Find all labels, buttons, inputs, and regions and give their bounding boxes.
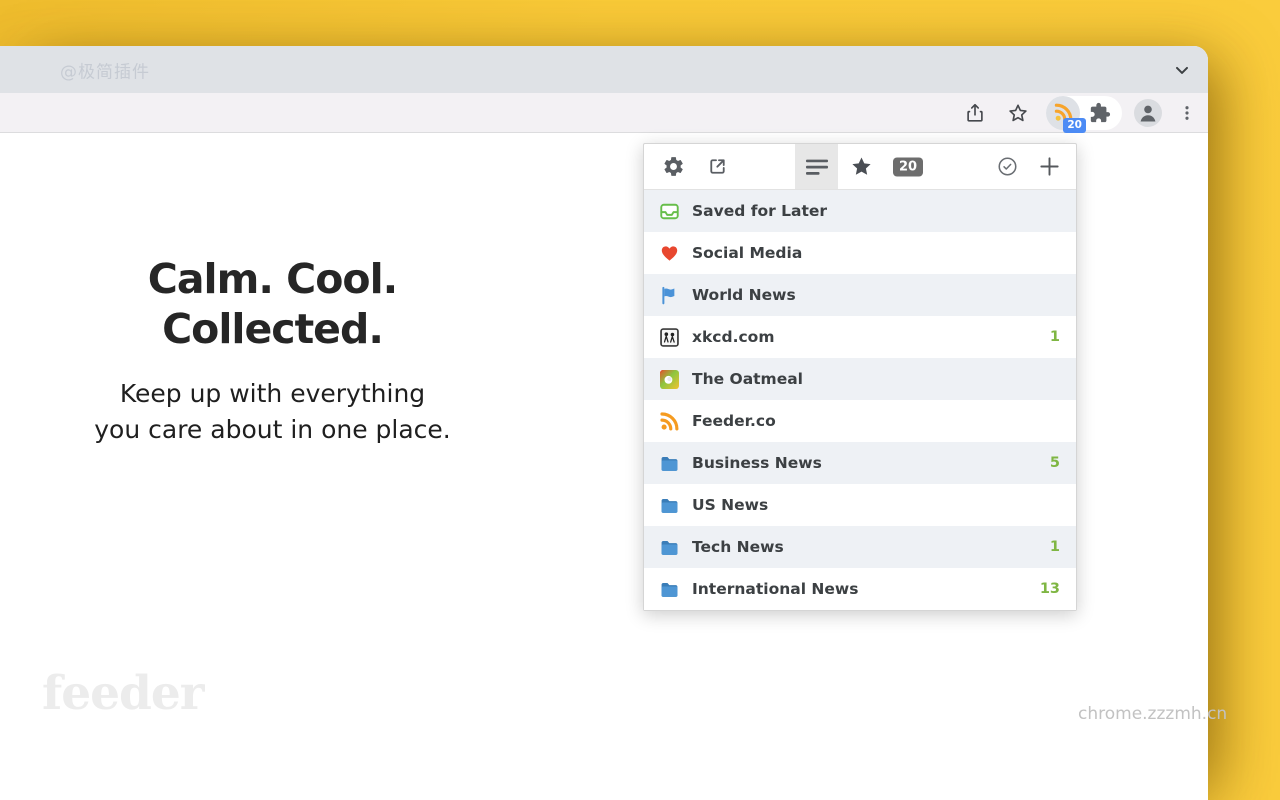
unread-count-badge[interactable]: 20 <box>893 157 923 176</box>
feed-label: Social Media <box>692 244 802 262</box>
heart-icon <box>660 244 679 263</box>
extensions-puzzle-icon[interactable] <box>1088 101 1112 125</box>
feed-label: International News <box>692 580 858 598</box>
feed-label: Saved for Later <box>692 202 827 220</box>
feed-label: The Oatmeal <box>692 370 803 388</box>
unread-count: 1 <box>1050 329 1060 345</box>
feed-row[interactable]: International News 13 <box>644 568 1076 610</box>
browser-toolbar: 20 <box>0 93 1208 133</box>
flag-icon <box>660 286 679 305</box>
bookmark-star-icon[interactable] <box>1006 101 1030 125</box>
add-feed-icon[interactable] <box>1034 152 1064 182</box>
feed-list: Saved for Later Social Media World News xkc… <box>644 190 1076 610</box>
folder-icon <box>660 496 679 515</box>
feed-label: Business News <box>692 454 822 472</box>
starred-items-icon[interactable] <box>846 152 876 182</box>
feed-row[interactable]: Business News 5 <box>644 442 1076 484</box>
feed-row[interactable]: Saved for Later <box>644 190 1076 232</box>
mark-all-read-icon[interactable] <box>992 152 1022 182</box>
hero-title: Calm. Cool. Collected. <box>40 254 505 354</box>
xkcd-icon <box>660 328 679 347</box>
tab-watermark-text: @极简插件 <box>60 57 150 82</box>
feed-row[interactable]: xkcd.com 1 <box>644 316 1076 358</box>
browser-window: @极简插件 <box>0 46 1208 800</box>
inbox-icon <box>660 202 679 221</box>
feed-row[interactable]: World News <box>644 274 1076 316</box>
feed-row[interactable]: The Oatmeal <box>644 358 1076 400</box>
feed-label: xkcd.com <box>692 328 774 346</box>
folder-icon <box>660 454 679 473</box>
folder-icon <box>660 580 679 599</box>
overflow-menu-icon[interactable] <box>1178 101 1196 125</box>
hero-text-block: Calm. Cool. Collected. Keep up with ever… <box>40 254 505 448</box>
feeder-popup: 20 Saved for Later Social Media World News… <box>643 143 1077 611</box>
settings-gear-icon[interactable] <box>658 152 688 182</box>
feed-label: Tech News <box>692 538 784 556</box>
popup-toolbar: 20 <box>644 144 1076 190</box>
chevron-down-icon[interactable] <box>1172 60 1192 80</box>
site-watermark: chrome.zzzmh.cn <box>1078 704 1227 724</box>
open-external-icon[interactable] <box>702 152 732 182</box>
browser-tabstrip: @极简插件 <box>0 46 1208 93</box>
extensions-pill: 20 <box>1046 96 1122 130</box>
feed-label: World News <box>692 286 796 304</box>
folder-icon <box>660 538 679 557</box>
hero-subtitle: Keep up with everything you care about i… <box>40 376 505 448</box>
oatmeal-icon <box>660 370 679 389</box>
feeder-extension-icon[interactable]: 20 <box>1046 96 1080 130</box>
feed-label: US News <box>692 496 768 514</box>
unread-count: 1 <box>1050 539 1060 555</box>
feed-row[interactable]: Tech News 1 <box>644 526 1076 568</box>
share-icon[interactable] <box>963 101 987 125</box>
feed-row[interactable]: Social Media <box>644 232 1076 274</box>
feeder-logo: feeder <box>42 666 204 721</box>
unread-count: 5 <box>1050 455 1060 471</box>
unread-count: 13 <box>1040 581 1060 597</box>
rss-icon <box>660 412 679 431</box>
extension-unread-badge: 20 <box>1063 118 1086 133</box>
feed-row[interactable]: US News <box>644 484 1076 526</box>
feed-label: Feeder.co <box>692 412 776 430</box>
feed-row[interactable]: Feeder.co <box>644 400 1076 442</box>
profile-avatar-icon[interactable] <box>1134 99 1162 127</box>
feed-list-view-tab[interactable] <box>795 144 838 189</box>
